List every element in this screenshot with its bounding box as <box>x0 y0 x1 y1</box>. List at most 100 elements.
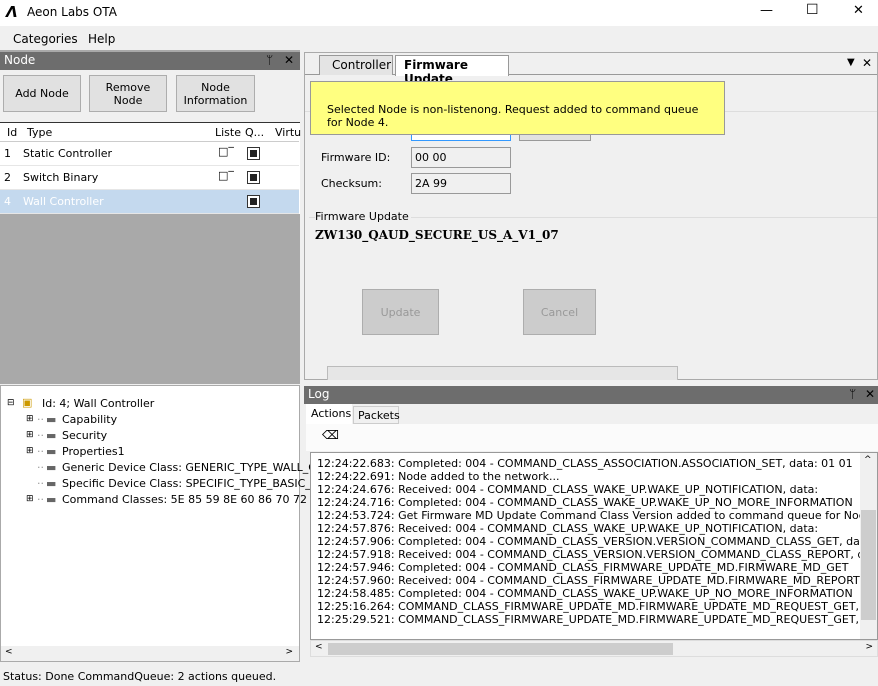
tree-connector: ·· <box>37 429 44 442</box>
log-panel: Log ᛘ ✕ Actions Packets ⌫ 12:24:22.683: … <box>304 385 878 662</box>
queue-checkbox[interactable] <box>247 147 260 160</box>
clear-log-eraser-icon[interactable]: ⌫ <box>322 428 339 442</box>
tab-controller[interactable]: Controller <box>319 55 393 75</box>
node-panel-title: Node <box>4 53 36 67</box>
property-icon: ▬ <box>46 477 57 490</box>
table-header: Id Type Liste Q... Virtu <box>0 123 301 142</box>
property-icon: ▬ <box>46 461 57 474</box>
node-panel: Node ᛘ ✕ Add Node Remove Node Node Infor… <box>0 50 300 384</box>
close-icon[interactable]: ✕ <box>862 56 872 70</box>
scroll-thumb[interactable] <box>861 510 876 620</box>
tree-item[interactable]: Command Classes: 5E 85 59 8E 60 86 70 72… <box>62 493 343 506</box>
expand-icon[interactable]: ⊞ <box>26 446 34 456</box>
firmware-id-field[interactable]: 00 00 <box>411 147 511 168</box>
maximize-button[interactable]: ☐ <box>806 2 819 18</box>
col-queue[interactable]: Q... <box>245 126 264 139</box>
tab-firmware-update[interactable]: Firmware Update <box>395 55 509 86</box>
cancel-button[interactable]: Cancel <box>523 289 596 335</box>
row-id: 1 <box>4 147 11 160</box>
node-information-button[interactable]: Node Information <box>176 75 255 112</box>
window-title: Aeon Labs OTA <box>27 5 117 19</box>
minimize-button[interactable]: — <box>760 3 773 18</box>
log-line[interactable]: 12:24:58.485: Completed: 004 - COMMAND_C… <box>317 587 877 600</box>
menu-categories[interactable]: Categories <box>13 32 78 46</box>
property-icon: ▬ <box>46 413 57 426</box>
log-line[interactable]: 12:24:57.960: Received: 004 - COMMAND_CL… <box>317 574 877 587</box>
scroll-left-icon[interactable]: < <box>315 642 323 652</box>
log-line[interactable]: 12:24:57.876: Received: 004 - COMMAND_CL… <box>317 522 877 535</box>
document-panel: Controller Firmware Update ▼ ✕ Firmware … <box>304 52 878 380</box>
col-type[interactable]: Type <box>27 126 52 139</box>
log-line[interactable]: 12:24:57.906: Completed: 004 - COMMAND_C… <box>317 535 877 548</box>
tab-actions[interactable]: Actions <box>306 404 352 424</box>
tree-root[interactable]: Id: 4; Wall Controller <box>42 397 154 410</box>
col-virtual[interactable]: Virtu <box>275 126 301 139</box>
close-icon[interactable]: ✕ <box>865 387 875 401</box>
log-line[interactable]: 12:24:53.724: Get Firmware MD Update Com… <box>317 509 877 522</box>
log-line[interactable]: 12:24:22.691: Node added to the network.… <box>317 470 877 483</box>
expand-icon[interactable]: ⊞ <box>26 494 34 504</box>
log-vscrollbar[interactable]: ^ <box>860 453 877 639</box>
tree-hscrollbar[interactable]: < > <box>1 646 299 661</box>
firmware-id-label: Firmware ID: <box>321 151 391 164</box>
remove-node-button[interactable]: Remove Node <box>89 75 167 112</box>
property-icon: ▬ <box>46 493 57 506</box>
log-line[interactable]: 12:24:24.716: Completed: 004 - COMMAND_C… <box>317 496 877 509</box>
queue-checkbox[interactable] <box>247 195 260 208</box>
group-label: Firmware Update <box>315 210 411 223</box>
listening-icon: □‾ <box>218 169 234 182</box>
menu-help[interactable]: Help <box>88 32 115 46</box>
firmware-file-name: ZW130_QAUD_SECURE_US_A_V1_07 <box>315 228 559 242</box>
table-row[interactable]: 1 Static Controller □‾ <box>0 142 299 166</box>
log-line[interactable]: 12:24:24.676: Received: 004 - COMMAND_CL… <box>317 483 877 496</box>
pin-icon[interactable]: ᛘ <box>266 53 273 67</box>
tree-item[interactable]: Security <box>62 429 107 442</box>
property-icon: ▬ <box>46 445 57 458</box>
log-line[interactable]: 12:24:22.683: Completed: 004 - COMMAND_C… <box>317 457 877 470</box>
tab-packets[interactable]: Packets <box>353 406 400 424</box>
node-panel-header: Node ᛘ ✕ <box>0 52 300 70</box>
row-id: 2 <box>4 171 11 184</box>
scroll-left-icon[interactable]: < <box>5 647 13 657</box>
log-header: Log ᛘ ✕ <box>304 386 878 404</box>
dropdown-icon[interactable]: ▼ <box>847 57 855 68</box>
close-icon[interactable]: ✕ <box>284 53 294 67</box>
collapse-icon[interactable]: ⊟ <box>7 398 15 408</box>
tree-connector: ·· <box>37 445 44 458</box>
expand-icon[interactable]: ⊞ <box>26 414 34 424</box>
row-type: Wall Controller <box>23 195 104 208</box>
checksum-field[interactable]: 2A 99 <box>411 173 511 194</box>
checksum-label: Checksum: <box>321 177 382 190</box>
status-bar: Status: Done CommandQueue: 2 actions que… <box>3 670 277 683</box>
scroll-right-icon[interactable]: > <box>865 642 873 652</box>
hscroll-thumb[interactable] <box>328 643 673 655</box>
tree-item[interactable]: Properties1 <box>62 445 125 458</box>
expand-icon[interactable]: ⊞ <box>26 430 34 440</box>
node-table: Id Type Liste Q... Virtu 1 Static Contro… <box>0 122 301 214</box>
log-line[interactable]: 12:25:29.521: COMMAND_CLASS_FIRMWARE_UPD… <box>317 613 877 626</box>
scroll-right-icon[interactable]: > <box>285 647 293 657</box>
scroll-up-icon[interactable]: ^ <box>864 455 872 465</box>
col-listening[interactable]: Liste <box>215 126 241 139</box>
log-hscrollbar[interactable]: < > <box>310 640 878 657</box>
table-row[interactable]: 2 Switch Binary □‾ <box>0 166 299 190</box>
row-type: Static Controller <box>23 147 113 160</box>
col-id[interactable]: Id <box>7 126 17 139</box>
queue-checkbox[interactable] <box>247 171 260 184</box>
row-type: Switch Binary <box>23 171 99 184</box>
add-node-button[interactable]: Add Node <box>3 75 81 112</box>
tree-connector: ·· <box>37 413 44 426</box>
pin-icon[interactable]: ᛘ <box>849 387 856 401</box>
node-icon: ▣ <box>22 396 33 409</box>
log-list: 12:24:22.683: Completed: 004 - COMMAND_C… <box>310 452 878 640</box>
table-row-selected[interactable]: 4 Wall Controller <box>0 190 299 214</box>
log-line[interactable]: 12:24:57.946: Completed: 004 - COMMAND_C… <box>317 561 877 574</box>
log-line[interactable]: 12:25:16.264: COMMAND_CLASS_FIRMWARE_UPD… <box>317 600 877 613</box>
log-line[interactable]: 12:24:57.918: Received: 004 - COMMAND_CL… <box>317 548 877 561</box>
tree-item[interactable]: Capability <box>62 413 117 426</box>
app-logo-icon: Λ <box>6 3 18 21</box>
tree-connector: ·· <box>37 461 44 474</box>
update-button[interactable]: Update <box>362 289 439 335</box>
node-tree: ⊟ ▣ Id: 4; Wall Controller ⊞ ·· ▬ Capabilit… <box>0 385 421 662</box>
close-button[interactable]: ✕ <box>853 3 864 18</box>
